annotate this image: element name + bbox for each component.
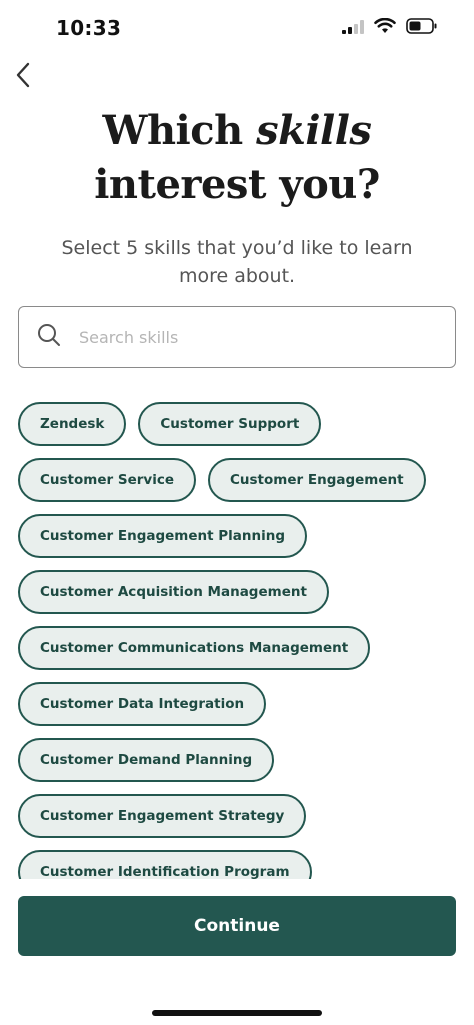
skill-chip[interactable]: Customer Service <box>18 458 196 502</box>
signal-icon <box>342 19 364 38</box>
skill-chip[interactable]: Customer Identification Program <box>18 850 312 879</box>
battery-icon <box>406 18 438 38</box>
skill-chip[interactable]: Customer Communications Management <box>18 626 371 670</box>
page-subtitle: Select 5 skills that you’d like to learn… <box>61 237 413 287</box>
skill-chip[interactable]: Customer Support <box>138 402 322 446</box>
skill-chip[interactable]: Zendesk <box>18 402 127 446</box>
skill-chip[interactable]: Customer Engagement <box>208 458 426 502</box>
skills-list: Zendesk Customer Support Customer Service C… <box>18 402 458 879</box>
page-title: Which skills interest you? <box>0 104 474 212</box>
home-indicator <box>152 1010 322 1016</box>
search-box[interactable] <box>18 306 456 368</box>
skill-chip[interactable]: Customer Engagement Planning <box>18 514 308 558</box>
status-time: 10:33 <box>56 16 122 40</box>
search-input[interactable] <box>79 327 409 347</box>
skill-chip[interactable]: Customer Acquisition Management <box>18 570 329 614</box>
status-icons <box>342 17 438 38</box>
status-bar: 10:33 <box>0 0 474 56</box>
back-button[interactable] <box>8 60 38 94</box>
title-emphasis: skills <box>256 107 372 154</box>
search-icon <box>37 323 61 351</box>
chevron-left-icon <box>15 62 31 92</box>
title-part2: interest you? <box>94 161 380 208</box>
skill-chip[interactable]: Customer Demand Planning <box>18 738 275 782</box>
skill-chip[interactable]: Customer Data Integration <box>18 682 267 726</box>
continue-button[interactable]: Continue <box>18 896 456 956</box>
title-part1: Which <box>102 107 257 154</box>
skill-chip[interactable]: Customer Engagement Strategy <box>18 794 307 838</box>
wifi-icon <box>374 17 396 38</box>
